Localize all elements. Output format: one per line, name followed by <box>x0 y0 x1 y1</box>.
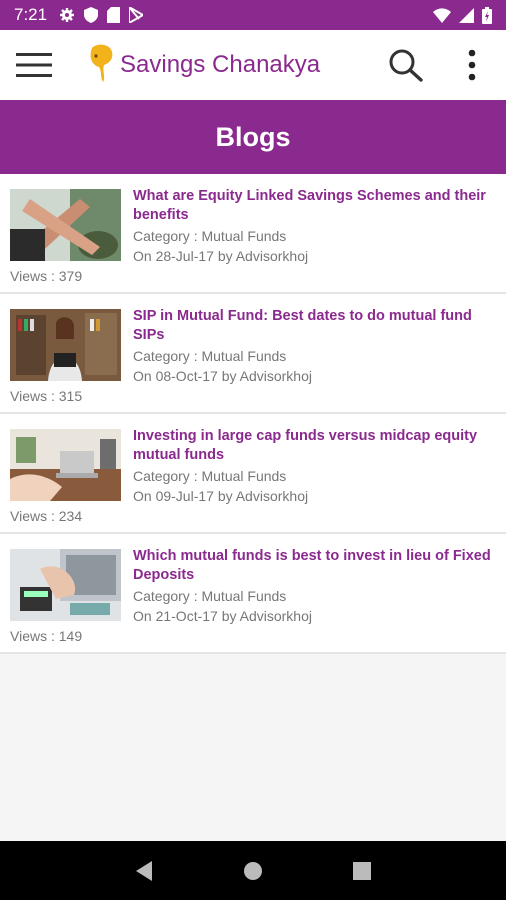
status-time: 7:21 <box>14 5 48 24</box>
blog-item[interactable]: Which mutual funds is best to invest in … <box>0 534 506 654</box>
blog-list: What are Equity Linked Savings Schemes a… <box>0 174 506 654</box>
blog-category: Category : Mutual Funds <box>133 348 287 364</box>
search-icon[interactable] <box>388 48 424 82</box>
recents-icon[interactable] <box>348 857 376 885</box>
blog-views: Views : 379 <box>10 268 83 284</box>
blog-views: Views : 234 <box>10 508 83 524</box>
status-bar: 7:21 <box>0 0 506 30</box>
blog-date: On 09-Jul-17 by Advisorkhoj <box>133 488 309 504</box>
blog-date: On 08-Oct-17 by Advisorkhoj <box>133 368 312 384</box>
blog-views: Views : 315 <box>10 388 83 404</box>
blog-date: On 21-Oct-17 by Advisorkhoj <box>133 608 312 624</box>
page-title: Blogs <box>215 121 291 152</box>
blog-category: Category : Mutual Funds <box>133 588 287 604</box>
blog-thumbnail-desk-laptop <box>10 429 121 501</box>
sd-card-icon <box>107 7 121 23</box>
blog-thumbnail-woman-tablet <box>10 309 121 381</box>
blog-item[interactable]: What are Equity Linked Savings Schemes a… <box>0 174 506 294</box>
app-title: Savings Chanakya <box>120 51 321 78</box>
android-nav-bar <box>0 841 506 900</box>
chanakya-logo-icon <box>90 44 113 82</box>
back-icon[interactable] <box>130 857 158 885</box>
blog-title[interactable]: Which mutual funds is best to invest in … <box>133 547 498 585</box>
app-bar: Savings Chanakya <box>0 30 506 100</box>
page-header: Blogs <box>0 100 506 174</box>
blog-title[interactable]: SIP in Mutual Fund: Best dates to do mut… <box>133 307 498 345</box>
settings-icon <box>60 8 75 22</box>
blog-item[interactable]: SIP in Mutual Fund: Best dates to do mut… <box>0 294 506 414</box>
blog-views: Views : 149 <box>10 628 83 644</box>
play-store-icon <box>129 7 144 23</box>
blog-title[interactable]: What are Equity Linked Savings Schemes a… <box>133 187 498 225</box>
home-icon[interactable] <box>239 857 267 885</box>
blog-title[interactable]: Investing in large cap funds versus midc… <box>133 427 498 465</box>
wifi-icon <box>433 7 451 23</box>
blog-item[interactable]: Investing in large cap funds versus midc… <box>0 414 506 534</box>
status-right-icons <box>433 6 492 24</box>
shield-icon <box>84 7 99 23</box>
blog-thumbnail-calculator-laptop <box>10 549 121 621</box>
blog-thumbnail-hands <box>10 189 121 261</box>
blog-category: Category : Mutual Funds <box>133 468 287 484</box>
status-left-icons <box>59 7 144 23</box>
blog-date: On 28-Jul-17 by Advisorkhoj <box>133 248 309 264</box>
menu-icon[interactable] <box>16 50 52 80</box>
battery-icon <box>482 6 492 24</box>
blog-category: Category : Mutual Funds <box>133 228 287 244</box>
more-vertical-icon[interactable] <box>462 48 482 82</box>
signal-icon <box>459 7 474 23</box>
